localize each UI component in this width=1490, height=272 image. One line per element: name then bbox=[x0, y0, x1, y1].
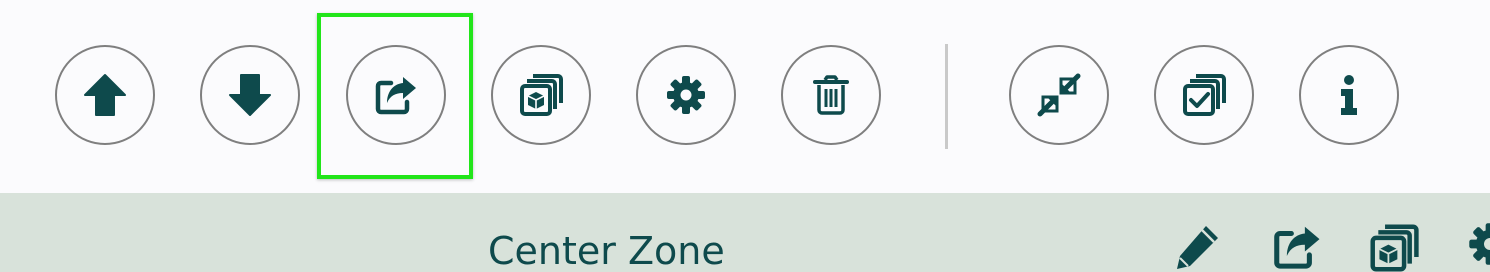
toolbar-divider bbox=[945, 44, 948, 149]
zone-share-icon[interactable] bbox=[1270, 220, 1324, 272]
trash-icon bbox=[813, 75, 849, 115]
info-button[interactable] bbox=[1299, 45, 1399, 145]
share-button-highlight bbox=[317, 13, 473, 179]
compress-icon bbox=[1037, 73, 1081, 117]
info-icon bbox=[1341, 75, 1357, 115]
arrow-up-icon bbox=[84, 74, 126, 116]
copy-check-icon bbox=[1183, 74, 1226, 116]
duplicate-button[interactable] bbox=[491, 45, 591, 145]
delete-button[interactable] bbox=[781, 45, 881, 145]
select-copy-button[interactable] bbox=[1154, 45, 1254, 145]
gear-icon bbox=[667, 76, 705, 114]
copy-cube-icon bbox=[520, 74, 563, 116]
settings-button[interactable] bbox=[636, 45, 736, 145]
zone-header: Center Zone bbox=[0, 193, 1490, 272]
collapse-button[interactable] bbox=[1009, 45, 1109, 145]
arrow-down-icon bbox=[229, 74, 271, 116]
toolbar bbox=[0, 0, 1490, 193]
move-down-button[interactable] bbox=[200, 45, 300, 145]
zone-title: Center Zone bbox=[488, 229, 725, 272]
pencil-icon[interactable] bbox=[1172, 220, 1224, 272]
zone-copy-cube-icon[interactable] bbox=[1366, 220, 1422, 272]
move-up-button[interactable] bbox=[55, 45, 155, 145]
zone-gear-icon[interactable] bbox=[1466, 220, 1490, 268]
